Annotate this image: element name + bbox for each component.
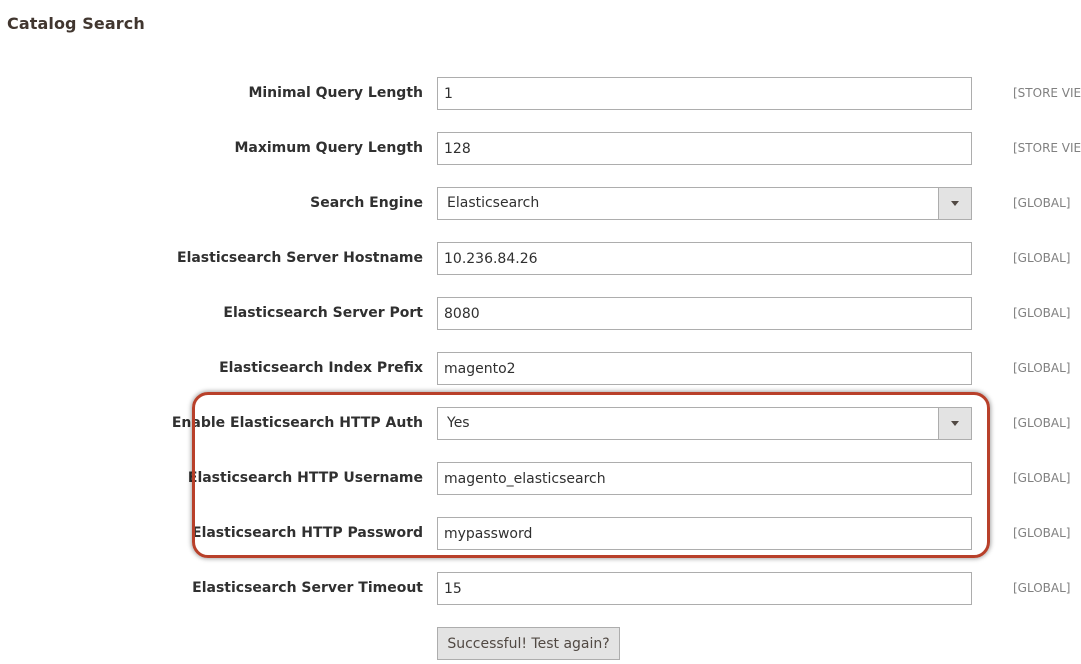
es-username-scope: [GLOBAL]	[1013, 471, 1071, 485]
es-http-auth-scope: [GLOBAL]	[1013, 416, 1071, 430]
es-port-label: Elasticsearch Server Port	[223, 305, 423, 321]
max-query-length-input[interactable]	[437, 132, 972, 165]
es-username-input[interactable]	[437, 462, 972, 495]
field-row-es-hostname: Elasticsearch Server Hostname [GLOBAL]	[0, 242, 1081, 275]
search-engine-scope: [GLOBAL]	[1013, 196, 1071, 210]
es-index-prefix-input[interactable]	[437, 352, 972, 385]
field-row-es-index-prefix: Elasticsearch Index Prefix [GLOBAL]	[0, 352, 1081, 385]
es-timeout-input[interactable]	[437, 572, 972, 605]
es-http-auth-selected-value: Yes	[447, 415, 470, 431]
es-password-input[interactable]	[437, 517, 972, 550]
chevron-down-icon[interactable]	[938, 408, 971, 439]
field-row-es-password: Elasticsearch HTTP Password [GLOBAL]	[0, 517, 1081, 550]
search-engine-label: Search Engine	[310, 195, 423, 211]
section-title: Catalog Search	[7, 14, 145, 33]
es-timeout-label: Elasticsearch Server Timeout	[192, 580, 423, 596]
es-password-label: Elasticsearch HTTP Password	[192, 525, 423, 541]
search-engine-select[interactable]: Elasticsearch	[437, 187, 972, 220]
es-http-auth-label: Enable Elasticsearch HTTP Auth	[171, 415, 423, 431]
field-row-search-engine: Search Engine Elasticsearch [GLOBAL]	[0, 187, 1081, 220]
min-query-length-input[interactable]	[437, 77, 972, 110]
es-hostname-input[interactable]	[437, 242, 972, 275]
field-row-es-timeout: Elasticsearch Server Timeout [GLOBAL]	[0, 572, 1081, 605]
es-hostname-scope: [GLOBAL]	[1013, 251, 1071, 265]
es-port-input[interactable]	[437, 297, 972, 330]
es-timeout-scope: [GLOBAL]	[1013, 581, 1071, 595]
es-password-scope: [GLOBAL]	[1013, 526, 1071, 540]
min-query-length-label: Minimal Query Length	[248, 85, 423, 101]
field-row-min-query-length: Minimal Query Length [STORE VIEW]	[0, 77, 1081, 110]
max-query-length-label: Maximum Query Length	[234, 140, 423, 156]
chevron-down-icon[interactable]	[938, 188, 971, 219]
es-hostname-label: Elasticsearch Server Hostname	[177, 250, 423, 266]
config-page: Catalog Search Minimal Query Length [STO…	[0, 0, 1081, 664]
es-index-prefix-label: Elasticsearch Index Prefix	[219, 360, 423, 376]
field-row-es-port: Elasticsearch Server Port [GLOBAL]	[0, 297, 1081, 330]
max-query-length-scope: [STORE VIEW]	[1013, 141, 1081, 155]
es-username-label: Elasticsearch HTTP Username	[187, 470, 423, 486]
field-row-max-query-length: Maximum Query Length [STORE VIEW]	[0, 132, 1081, 165]
min-query-length-scope: [STORE VIEW]	[1013, 86, 1081, 100]
field-row-es-http-auth: Enable Elasticsearch HTTP Auth Yes [GLOB…	[0, 407, 1081, 440]
field-row-es-username: Elasticsearch HTTP Username [GLOBAL]	[0, 462, 1081, 495]
es-index-prefix-scope: [GLOBAL]	[1013, 361, 1071, 375]
es-port-scope: [GLOBAL]	[1013, 306, 1071, 320]
es-http-auth-select[interactable]: Yes	[437, 407, 972, 440]
search-engine-selected-value: Elasticsearch	[447, 195, 540, 211]
test-connection-button[interactable]: Successful! Test again?	[437, 627, 620, 660]
